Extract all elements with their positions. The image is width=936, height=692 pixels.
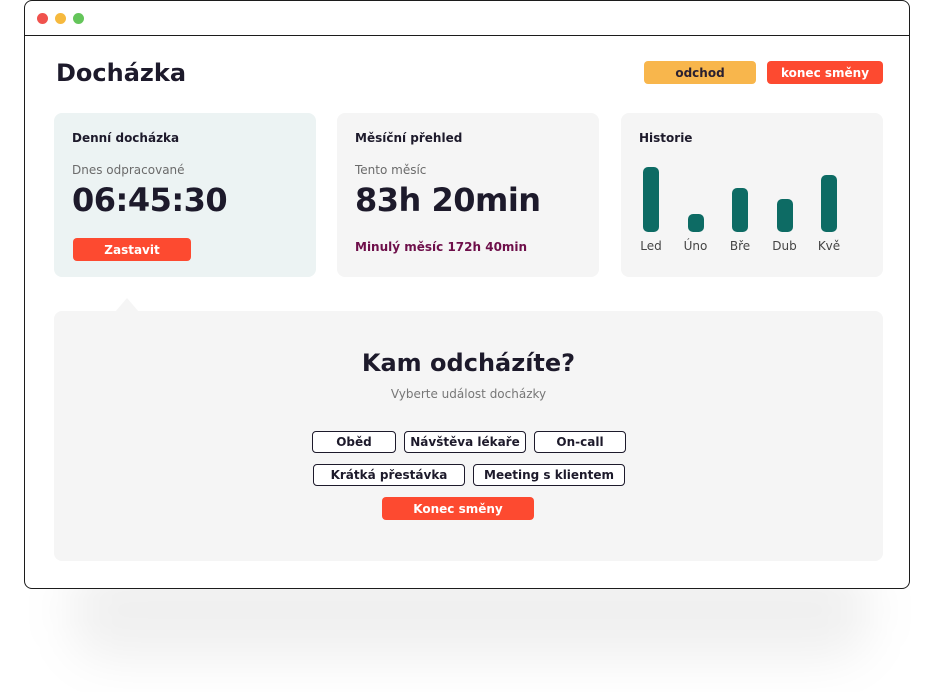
history-card: Historie Led Úno Bře Dub Kvě xyxy=(621,113,883,277)
page-title: Docházka xyxy=(56,59,187,87)
option-short-break-button[interactable]: Krátká přestávka xyxy=(313,464,465,486)
option-client-meeting-button[interactable]: Meeting s klientem xyxy=(473,464,625,486)
history-card-title: Historie xyxy=(639,131,693,145)
panel-end-shift-button[interactable]: Konec směny xyxy=(382,497,534,520)
panel-subtitle: Vyberte událost docházky xyxy=(390,387,547,401)
history-bar-1: Led xyxy=(629,167,673,253)
monthly-worked-time: 83h 20min xyxy=(355,181,541,219)
history-bar-label: Dub xyxy=(772,239,797,253)
history-bar-3: Bře xyxy=(718,188,762,253)
maximize-window-button[interactable] xyxy=(73,13,84,24)
history-bar-fill xyxy=(643,167,659,232)
minimize-window-button[interactable] xyxy=(55,13,66,24)
odchod-button[interactable]: odchod xyxy=(644,61,756,84)
history-bar-fill xyxy=(776,199,793,232)
daily-card-title: Denní docházka xyxy=(72,131,180,145)
history-bar-chart: Led Úno Bře Dub Kvě xyxy=(640,163,863,253)
history-bar-label: Úno xyxy=(683,239,708,253)
monthly-overview-card: Měsíční přehled Tento měsíc 83h 20min Mi… xyxy=(337,113,599,277)
history-bar-fill xyxy=(687,214,704,232)
daily-attendance-card: Denní docházka Dnes odpracované 06:45:30… xyxy=(54,113,316,277)
leave-event-panel: Kam odcházíte? Vyberte událost docházky … xyxy=(54,311,883,561)
history-bar-label: Kvě xyxy=(817,239,841,253)
title-bar xyxy=(25,1,909,36)
daily-worked-time: 06:45:30 xyxy=(72,181,228,219)
option-doctor-visit-button[interactable]: Návštěva lékaře xyxy=(404,431,526,453)
option-lunch-button[interactable]: Oběd xyxy=(312,431,396,453)
history-bar-fill xyxy=(821,175,837,232)
history-bar-label: Led xyxy=(640,239,662,253)
history-bar-fill xyxy=(732,188,748,232)
stop-button[interactable]: Zastavit xyxy=(73,238,191,261)
app-window: Docházka odchod konec směny Denní docház… xyxy=(24,0,910,589)
monthly-card-title: Měsíční přehled xyxy=(355,131,463,145)
history-bar-label: Bře xyxy=(729,239,751,253)
close-window-button[interactable] xyxy=(37,13,48,24)
history-bar-5: Kvě xyxy=(807,175,851,253)
panel-pointer xyxy=(115,298,139,312)
panel-title: Kam odcházíte? xyxy=(361,349,576,377)
end-shift-button[interactable]: konec směny xyxy=(767,61,883,84)
history-bar-4: Dub xyxy=(763,199,807,253)
monthly-card-subtitle: Tento měsíc xyxy=(355,163,427,177)
history-bar-2: Úno xyxy=(674,214,718,253)
last-month-total: Minulý měsíc 172h 40min xyxy=(355,240,528,254)
option-on-call-button[interactable]: On-call xyxy=(534,431,626,453)
daily-card-subtitle: Dnes odpracované xyxy=(72,163,185,177)
